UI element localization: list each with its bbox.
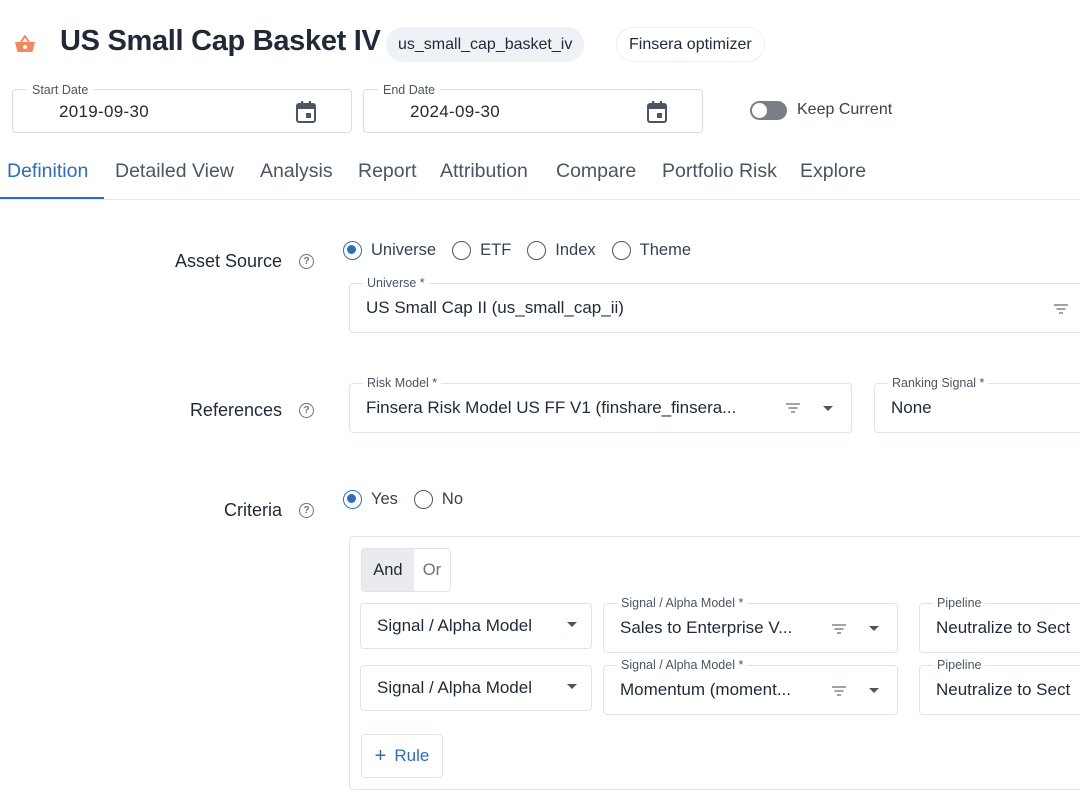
add-rule-button[interactable]: + Rule	[361, 734, 443, 778]
radio-yes[interactable]: Yes	[343, 490, 398, 509]
pipeline-value: Neutralize to Sect	[936, 680, 1071, 699]
radio-theme-label: Theme	[639, 241, 692, 259]
tab-analysis[interactable]: Analysis	[260, 160, 333, 183]
tab-attribution[interactable]: Attribution	[440, 160, 528, 183]
keep-current-toggle[interactable]	[750, 101, 787, 120]
end-date-field[interactable]: End Date 2024-09-30	[363, 83, 703, 133]
radio-index-label: Index	[555, 241, 596, 259]
chevron-down-icon[interactable]	[869, 688, 879, 693]
risk-model-field[interactable]: Risk Model * Finsera Risk Model US FF V1…	[349, 376, 852, 433]
filter-icon[interactable]	[832, 624, 846, 634]
ranking-signal-label: Ranking Signal *	[888, 376, 989, 390]
chevron-down-icon[interactable]	[869, 626, 879, 631]
references-label: References	[189, 400, 282, 420]
and-or-toggle: And Or	[361, 548, 451, 592]
tab-portfolio-risk[interactable]: Portfolio Risk	[662, 160, 777, 183]
pipeline-field[interactable]: Pipeline Neutralize to Sect	[919, 596, 1080, 653]
ranking-signal-value: None	[891, 398, 932, 417]
chevron-down-icon[interactable]	[567, 622, 577, 627]
start-date-value: 2019-09-30	[59, 102, 149, 121]
universe-field[interactable]: Universe * US Small Cap II (us_small_cap…	[349, 276, 1080, 333]
filter-icon[interactable]	[1054, 304, 1068, 314]
ranking-signal-field[interactable]: Ranking Signal * None	[874, 376, 1080, 433]
optimizer-chip[interactable]: Finsera optimizer	[616, 27, 765, 62]
universe-field-value: US Small Cap II (us_small_cap_ii)	[366, 298, 624, 317]
keep-current-label: Keep Current	[797, 101, 893, 118]
help-icon[interactable]: ?	[299, 254, 314, 269]
help-icon[interactable]: ?	[299, 403, 314, 418]
signal-alpha-model-label: Signal / Alpha Model *	[617, 658, 748, 672]
asset-source-radio-group: Universe ETF Index Theme	[343, 241, 707, 260]
radio-universe-label: Universe	[371, 241, 437, 259]
filter-icon[interactable]	[832, 686, 846, 696]
risk-model-value: Finsera Risk Model US FF V1 (finshare_fi…	[366, 398, 737, 417]
start-date-label: Start Date	[27, 83, 94, 97]
tab-definition[interactable]: Definition	[7, 160, 88, 183]
tab-detailed-view[interactable]: Detailed View	[115, 160, 234, 183]
radio-etf-label: ETF	[480, 241, 512, 259]
universe-field-label: Universe *	[363, 276, 429, 290]
signal-alpha-model-value: Sales to Enterprise V...	[620, 618, 793, 637]
basket-icon	[15, 35, 35, 52]
help-icon[interactable]: ?	[299, 503, 314, 518]
basket-id-chip[interactable]: us_small_cap_basket_iv	[386, 27, 585, 62]
signal-alpha-model-label: Signal / Alpha Model *	[617, 596, 748, 610]
tab-compare[interactable]: Compare	[556, 160, 636, 183]
tab-report[interactable]: Report	[358, 160, 417, 183]
asset-source-label: Asset Source	[174, 251, 282, 271]
signal-alpha-model-value: Momentum (moment...	[620, 680, 791, 699]
calendar-icon[interactable]	[646, 100, 668, 124]
and-option[interactable]: And	[362, 549, 414, 591]
pipeline-label: Pipeline	[933, 596, 986, 610]
page-title: US Small Cap Basket IV	[60, 25, 381, 57]
criteria-label: Criteria	[223, 500, 282, 520]
active-tab-indicator	[0, 197, 104, 199]
pipeline-field[interactable]: Pipeline Neutralize to Sect	[919, 658, 1080, 715]
radio-theme[interactable]: Theme	[611, 241, 692, 260]
rule-type-select[interactable]: Signal / Alpha Model	[360, 665, 592, 711]
end-date-value: 2024-09-30	[410, 102, 500, 121]
tab-bar: Definition Detailed View Analysis Report…	[0, 148, 1080, 200]
end-date-label: End Date	[378, 83, 441, 97]
radio-no[interactable]: No	[413, 490, 464, 509]
rule-type-value: Signal / Alpha Model	[377, 678, 532, 697]
risk-model-label: Risk Model *	[363, 376, 442, 390]
chevron-down-icon[interactable]	[567, 684, 577, 689]
signal-alpha-model-field[interactable]: Signal / Alpha Model * Sales to Enterpri…	[603, 596, 898, 653]
criteria-radio-group: Yes No	[343, 490, 479, 509]
radio-etf[interactable]: ETF	[452, 241, 511, 260]
chevron-down-icon[interactable]	[823, 406, 833, 411]
rule-type-value: Signal / Alpha Model	[377, 616, 532, 635]
filter-icon[interactable]	[786, 403, 800, 413]
plus-icon: +	[374, 745, 387, 767]
signal-alpha-model-field[interactable]: Signal / Alpha Model * Momentum (moment.…	[603, 658, 898, 715]
radio-no-label: No	[441, 490, 464, 508]
or-option[interactable]: Or	[414, 549, 450, 591]
radio-universe[interactable]: Universe	[343, 241, 436, 260]
rule-type-select[interactable]: Signal / Alpha Model	[360, 603, 592, 649]
tab-explore[interactable]: Explore	[800, 160, 866, 183]
radio-index[interactable]: Index	[527, 241, 596, 260]
radio-yes-label: Yes	[371, 490, 398, 508]
pipeline-label: Pipeline	[933, 658, 986, 672]
calendar-icon[interactable]	[295, 100, 317, 124]
add-rule-label: Rule	[394, 746, 430, 765]
pipeline-value: Neutralize to Sect	[936, 618, 1071, 637]
start-date-field[interactable]: Start Date 2019-09-30	[12, 83, 352, 133]
